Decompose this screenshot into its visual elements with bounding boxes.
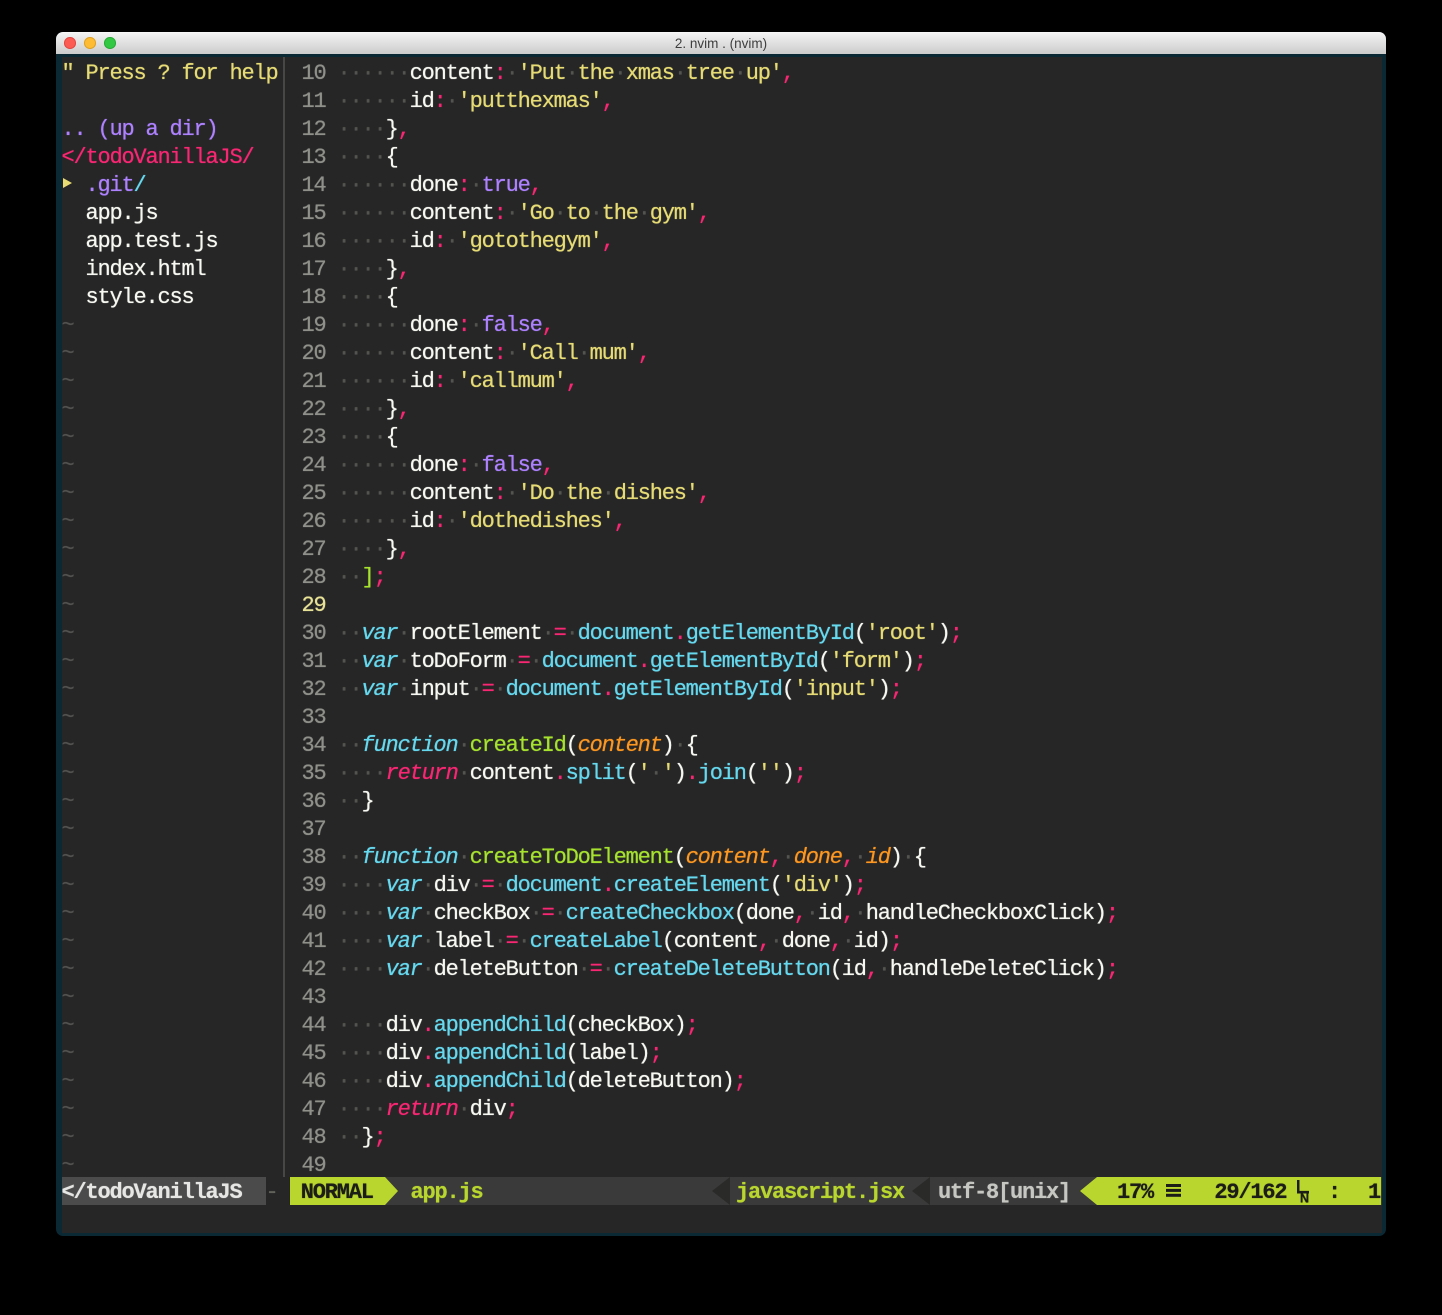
svg-text:N: N — [1300, 1191, 1309, 1204]
